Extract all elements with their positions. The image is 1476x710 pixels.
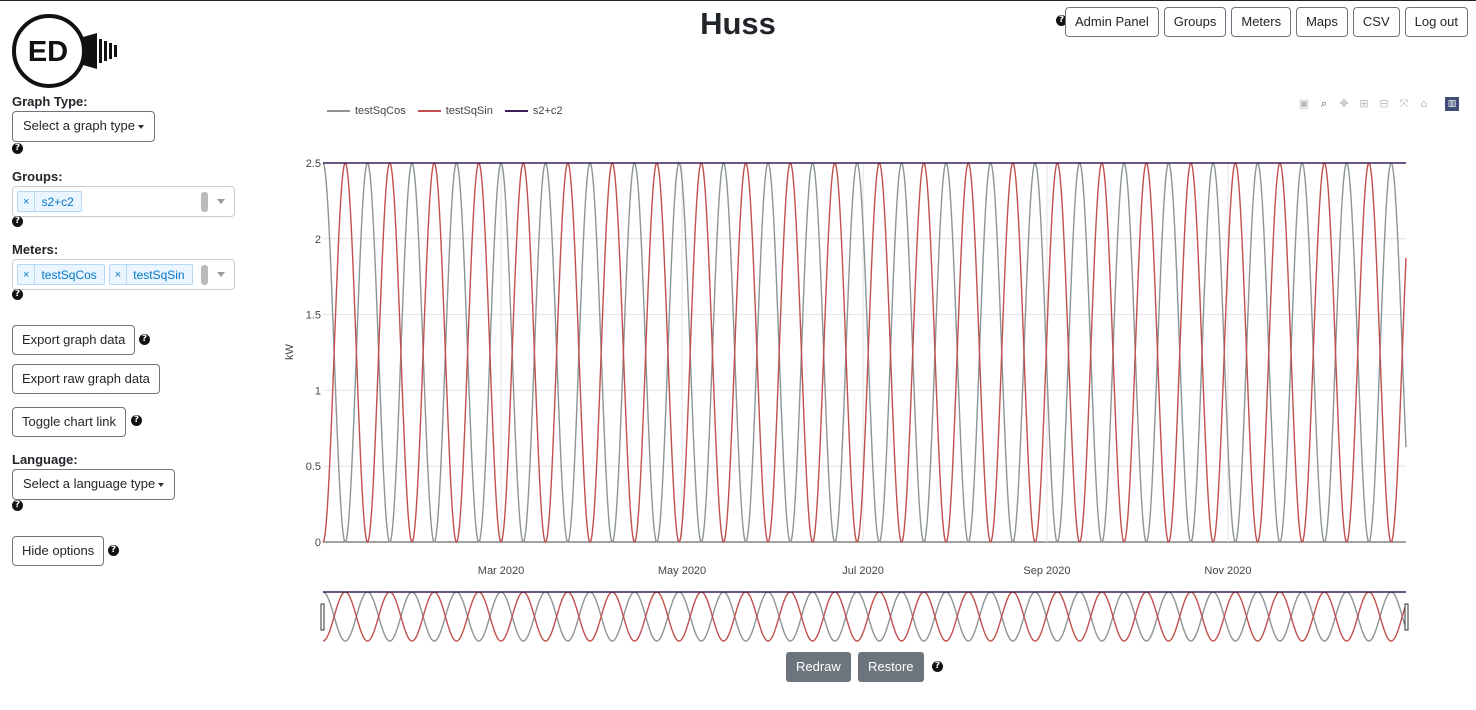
x-tick-label: Mar 2020 (478, 565, 524, 577)
x-tick-label: Nov 2020 (1204, 565, 1251, 577)
redraw-button[interactable]: Redraw (786, 652, 851, 682)
range-slider (323, 592, 1406, 641)
y-tick-label: 2 (315, 234, 321, 246)
controls-help-icon[interactable]: ? (932, 661, 943, 672)
x-tick-label: Sep 2020 (1023, 565, 1070, 577)
range-handle-right (1404, 603, 1409, 631)
y-axis-label: kW (284, 343, 296, 360)
x-tick-label: Jul 2020 (842, 565, 884, 577)
y-tick-label: 0 (315, 537, 321, 549)
series-line-testSqSin (322, 162, 1407, 543)
x-tick-label: May 2020 (658, 565, 706, 577)
chart-svg[interactable]: 0 0.5 1 1.5 2 2.5 Mar 2020 May 2020 Jul 2020 Sep… (0, 1, 1476, 710)
range-handle-left (320, 603, 325, 631)
y-tick-label: 0.5 (306, 461, 321, 473)
y-tick-label: 1.5 (306, 310, 321, 322)
y-tick-label: 2.5 (306, 158, 321, 170)
restore-button[interactable]: Restore (858, 652, 924, 682)
y-tick-label: 1 (315, 385, 321, 397)
series-line-testSqCos (322, 162, 1407, 543)
